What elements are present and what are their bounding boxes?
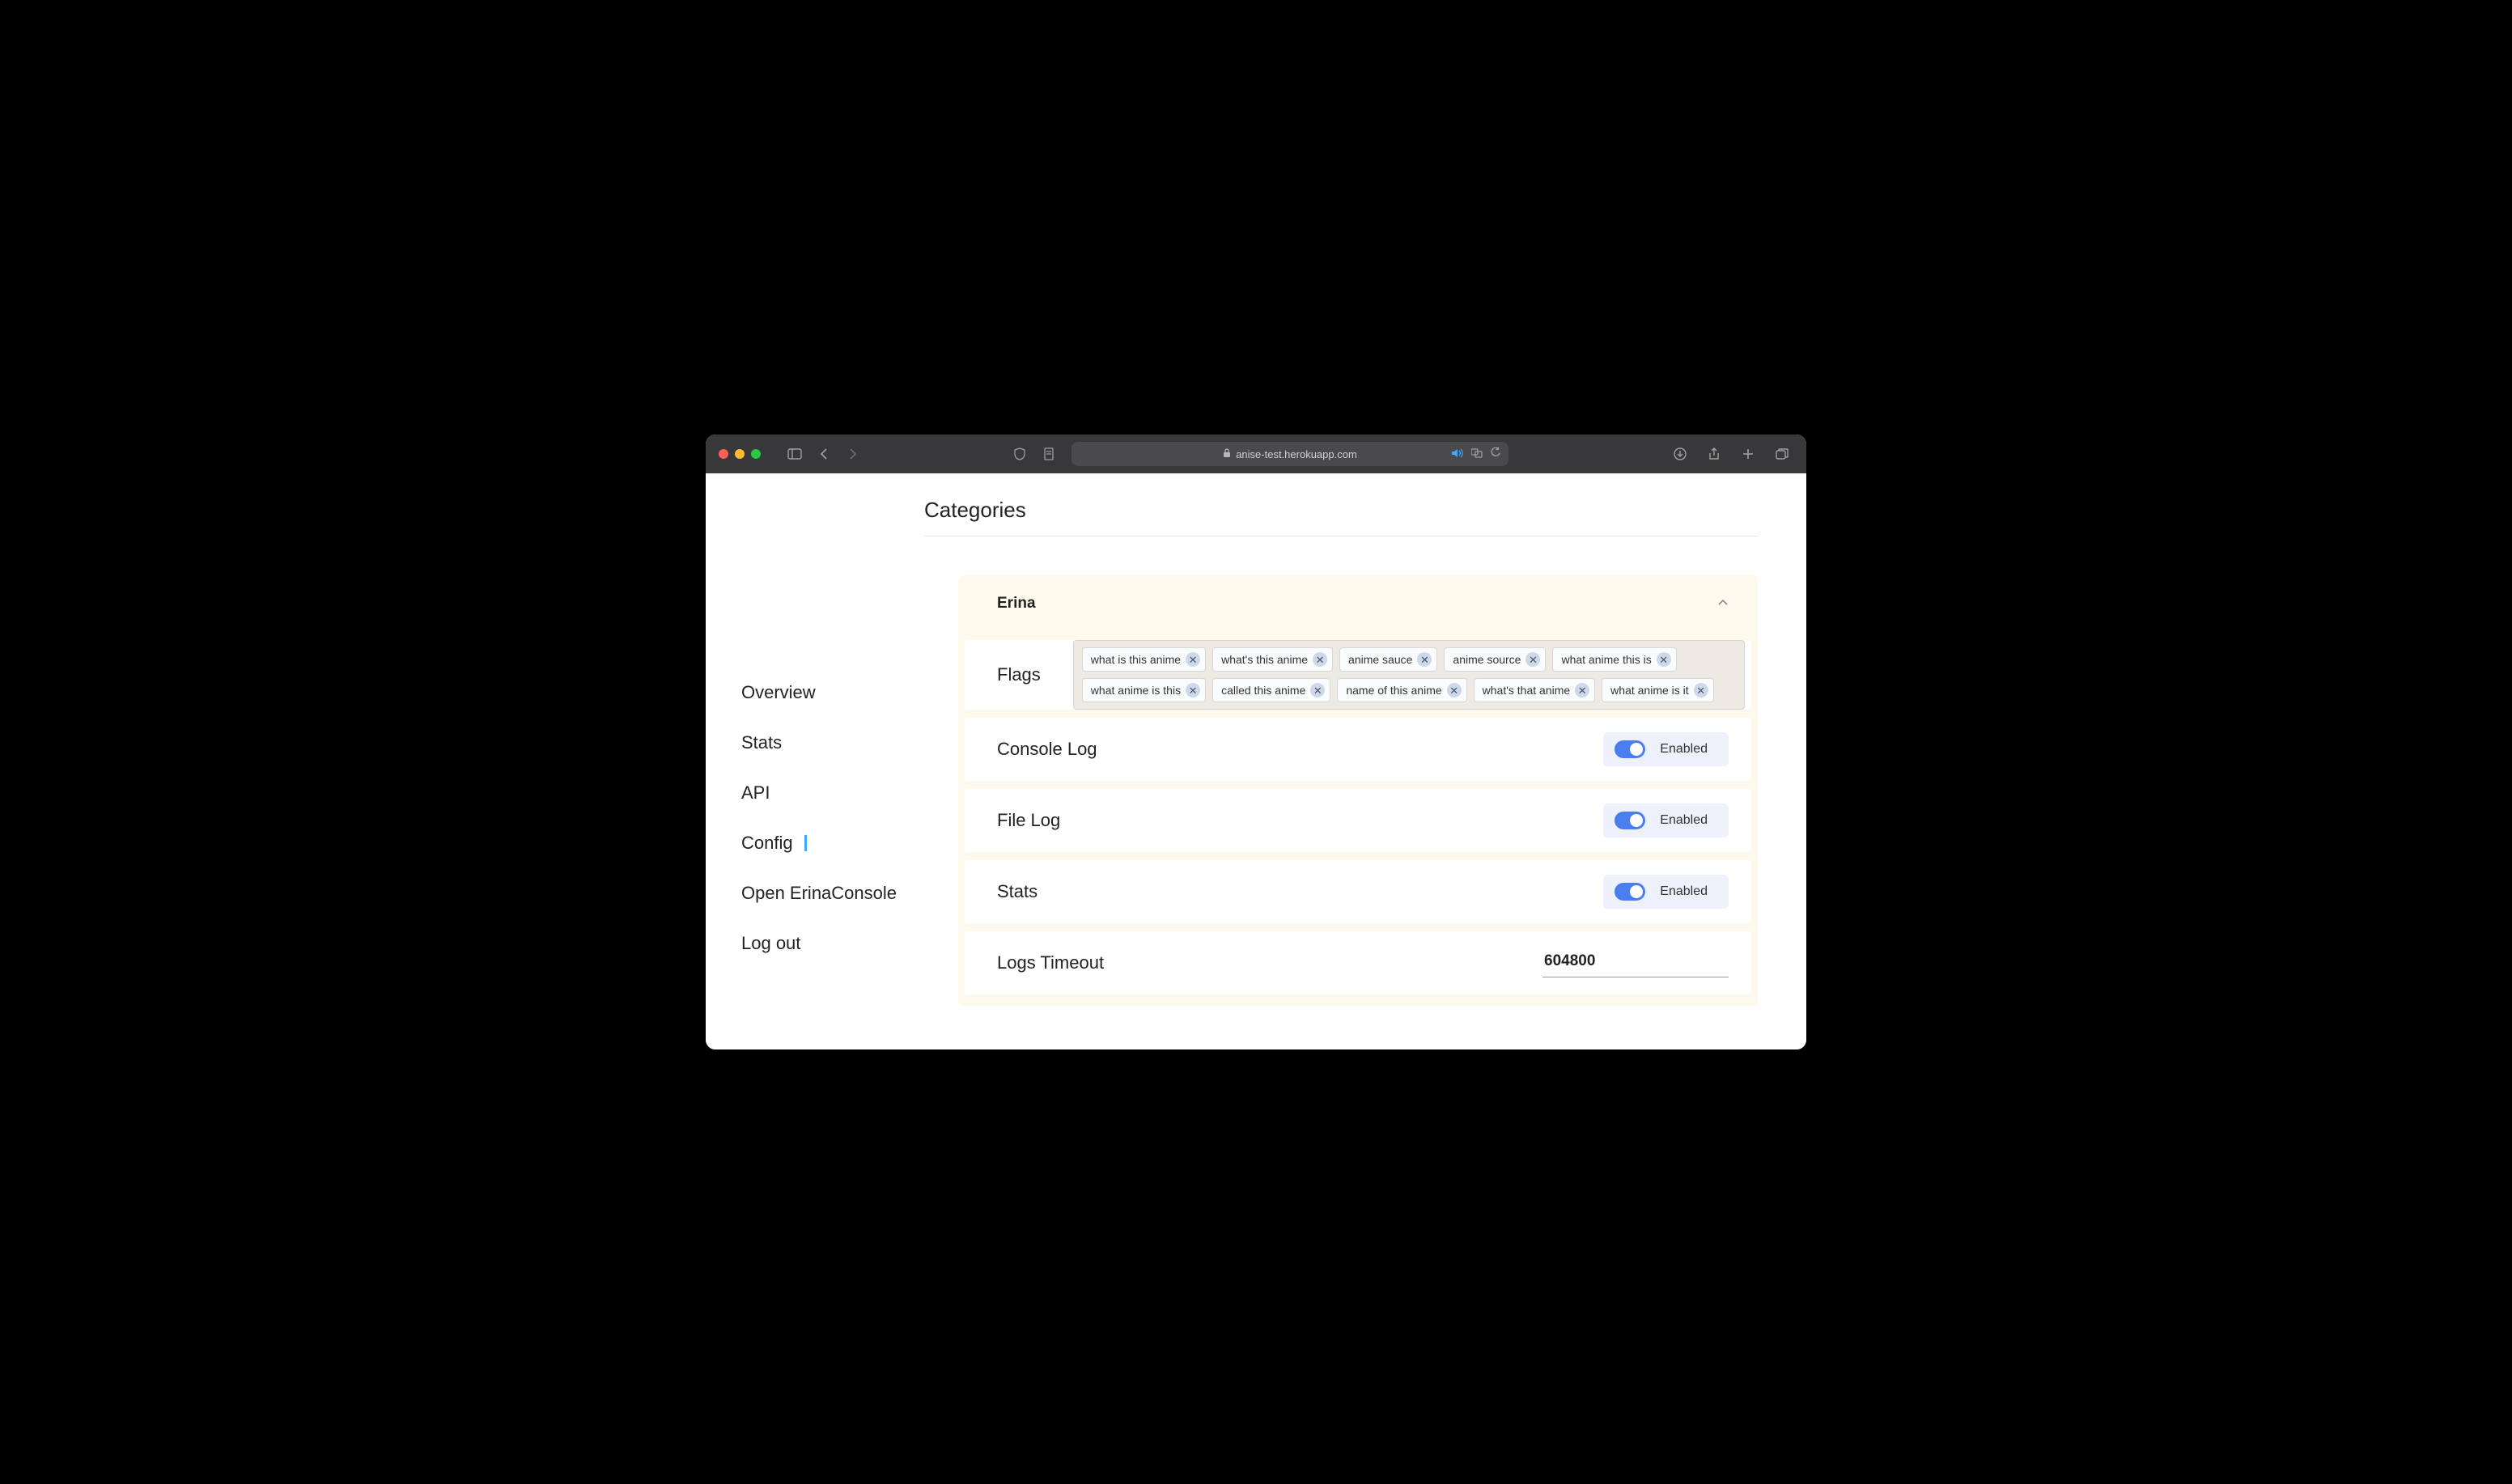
flag-tag: what's that anime ✕	[1474, 678, 1596, 702]
row-label: Flags	[997, 664, 1073, 685]
tag-label: what's that anime	[1483, 684, 1571, 697]
toggle-state-label: Enabled	[1660, 813, 1708, 828]
tag-remove-icon[interactable]: ✕	[1657, 652, 1671, 667]
flag-tag: what anime this is ✕	[1552, 647, 1676, 672]
row-console-log: Console Log Enabled	[965, 718, 1751, 781]
reload-icon[interactable]	[1491, 447, 1500, 460]
tag-label: what's this anime	[1221, 653, 1308, 666]
content-area: Overview Stats API Config Open ErinaCons…	[706, 473, 1806, 1049]
tag-label: what anime this is	[1561, 653, 1651, 666]
tabs-overview-icon[interactable]	[1771, 443, 1793, 465]
flag-tag: what anime is it ✕	[1602, 678, 1713, 702]
browser-window: anise-test.herokuapp.com	[706, 435, 1806, 1049]
flag-tag: name of this anime ✕	[1337, 678, 1466, 702]
maximize-window-button[interactable]	[751, 449, 761, 459]
row-label: Stats	[997, 881, 1037, 902]
row-label: Logs Timeout	[997, 952, 1104, 973]
panel-header[interactable]: Erina	[958, 575, 1758, 632]
main-content: Categories Erina Flags what is this anim…	[916, 473, 1806, 1049]
minimize-window-button[interactable]	[735, 449, 745, 459]
toggle-wrap: Enabled	[1603, 732, 1729, 766]
share-icon[interactable]	[1703, 443, 1725, 465]
chevron-up-icon	[1717, 596, 1729, 611]
url-text: anise-test.herokuapp.com	[1236, 448, 1357, 460]
downloads-icon[interactable]	[1669, 443, 1691, 465]
tags-input-container[interactable]: what is this anime✕what's this anime✕ani…	[1073, 640, 1745, 710]
tag-remove-icon[interactable]: ✕	[1575, 683, 1589, 697]
tag-remove-icon[interactable]: ✕	[1313, 652, 1327, 667]
row-file-log: File Log Enabled	[965, 789, 1751, 852]
sidebar-toggle-icon[interactable]	[783, 443, 806, 465]
nav-open-console[interactable]: Open ErinaConsole	[741, 868, 916, 918]
nav-label: Log out	[741, 933, 800, 954]
category-panel: Erina Flags what is this anime✕what's th…	[958, 575, 1758, 1006]
tag-remove-icon[interactable]: ✕	[1186, 652, 1200, 667]
tag-label: anime source	[1453, 653, 1521, 666]
toggle-state-label: Enabled	[1660, 884, 1708, 899]
close-window-button[interactable]	[719, 449, 728, 459]
nav-stats[interactable]: Stats	[741, 718, 916, 768]
tag-remove-icon[interactable]: ✕	[1525, 652, 1540, 667]
tag-remove-icon[interactable]: ✕	[1186, 683, 1200, 697]
tag-label: called this anime	[1221, 684, 1305, 697]
nav-api[interactable]: API	[741, 768, 916, 818]
flag-tag: anime sauce ✕	[1339, 647, 1437, 672]
tag-label: name of this anime	[1346, 684, 1441, 697]
nav-label: Open ErinaConsole	[741, 883, 897, 904]
traffic-lights	[719, 449, 761, 459]
console-log-toggle[interactable]	[1615, 740, 1645, 758]
sidebar: Overview Stats API Config Open ErinaCons…	[706, 473, 916, 1049]
nav-overview[interactable]: Overview	[741, 668, 916, 718]
nav-logout[interactable]: Log out	[741, 918, 916, 969]
privacy-shield-icon[interactable]	[1008, 443, 1031, 465]
nav-label: API	[741, 782, 770, 803]
row-logs-timeout: Logs Timeout	[965, 931, 1751, 994]
site-settings-icon[interactable]	[1037, 443, 1060, 465]
toggle-state-label: Enabled	[1660, 742, 1708, 757]
flag-tag: anime source ✕	[1444, 647, 1546, 672]
flag-tag: what is this anime ✕	[1082, 647, 1206, 672]
titlebar: anise-test.herokuapp.com	[706, 435, 1806, 473]
tag-remove-icon[interactable]: ✕	[1694, 683, 1708, 697]
speaker-icon[interactable]	[1452, 448, 1463, 460]
tag-label: what anime is this	[1091, 684, 1181, 697]
new-tab-icon[interactable]	[1737, 443, 1759, 465]
row-stats: Stats Enabled	[965, 860, 1751, 923]
file-log-toggle[interactable]	[1615, 812, 1645, 829]
tag-label: what is this anime	[1091, 653, 1181, 666]
row-label: Console Log	[997, 739, 1097, 760]
forward-button[interactable]	[842, 443, 864, 465]
toggle-wrap: Enabled	[1603, 803, 1729, 837]
nav-label: Config	[741, 833, 793, 854]
tag-remove-icon[interactable]: ✕	[1417, 652, 1432, 667]
row-flags: Flags what is this anime✕what's this ani…	[965, 640, 1751, 710]
panel-title: Erina	[997, 595, 1036, 613]
nav-config[interactable]: Config	[741, 818, 916, 868]
lock-icon	[1223, 448, 1231, 460]
flag-tag: what anime is this ✕	[1082, 678, 1206, 702]
translate-icon[interactable]	[1471, 448, 1483, 460]
page-title: Categories	[924, 498, 1758, 536]
stats-toggle[interactable]	[1615, 883, 1645, 901]
back-button[interactable]	[813, 443, 835, 465]
tag-label: what anime is it	[1610, 684, 1688, 697]
url-bar[interactable]: anise-test.herokuapp.com	[1071, 442, 1508, 466]
logs-timeout-input[interactable]	[1542, 949, 1729, 977]
tag-remove-icon[interactable]: ✕	[1447, 683, 1462, 697]
flag-tag: called this anime ✕	[1212, 678, 1330, 702]
tag-label: anime sauce	[1348, 653, 1412, 666]
row-label: File Log	[997, 810, 1060, 831]
nav-label: Stats	[741, 732, 782, 753]
nav-label: Overview	[741, 682, 816, 703]
toggle-wrap: Enabled	[1603, 875, 1729, 909]
tag-remove-icon[interactable]: ✕	[1310, 683, 1325, 697]
flag-tag: what's this anime ✕	[1212, 647, 1333, 672]
